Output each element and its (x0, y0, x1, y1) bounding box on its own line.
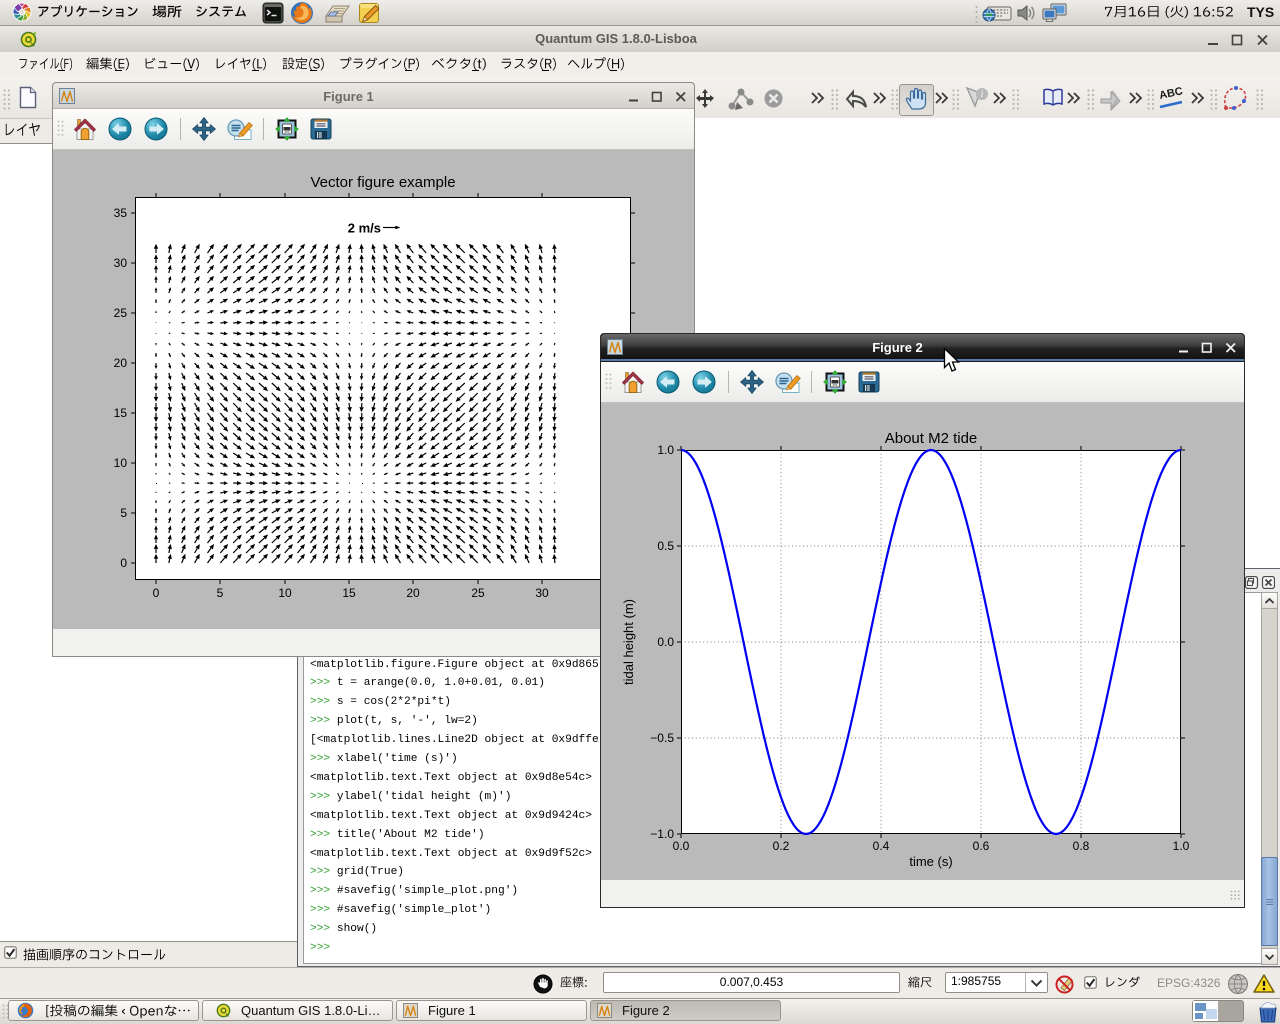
svg-text:25: 25 (114, 306, 128, 320)
svg-text:30: 30 (114, 256, 128, 270)
svg-text:20: 20 (114, 356, 128, 370)
svg-text:30: 30 (535, 586, 549, 600)
svg-text:15: 15 (342, 586, 356, 600)
svg-text:0.0: 0.0 (657, 635, 674, 649)
svg-text:2 m/s: 2 m/s (348, 221, 381, 236)
svg-text:1.0: 1.0 (657, 443, 674, 457)
svg-text:20: 20 (406, 586, 420, 600)
svg-text:0.4: 0.4 (873, 839, 890, 853)
svg-text:5: 5 (217, 586, 224, 600)
svg-text:0.6: 0.6 (973, 839, 990, 853)
svg-text:35: 35 (114, 206, 128, 220)
svg-text:0.0: 0.0 (673, 839, 690, 853)
svg-text:0: 0 (153, 586, 160, 600)
svg-text:25: 25 (471, 586, 485, 600)
svg-text:10: 10 (278, 586, 292, 600)
svg-text:1.0: 1.0 (1173, 839, 1190, 853)
svg-text:time (s): time (s) (909, 854, 952, 869)
svg-text:0: 0 (120, 556, 127, 570)
svg-text:ABC: ABC (1158, 86, 1184, 102)
svg-text:−0.5: −0.5 (650, 731, 674, 745)
svg-text:−1.0: −1.0 (650, 827, 674, 841)
svg-text:0.2: 0.2 (773, 839, 790, 853)
svg-text:tidal height (m): tidal height (m) (621, 599, 636, 685)
svg-text:10: 10 (114, 456, 128, 470)
svg-text:15: 15 (114, 406, 128, 420)
svg-text:5: 5 (120, 506, 127, 520)
svg-text:0.8: 0.8 (1073, 839, 1090, 853)
svg-text:0.5: 0.5 (657, 539, 674, 553)
